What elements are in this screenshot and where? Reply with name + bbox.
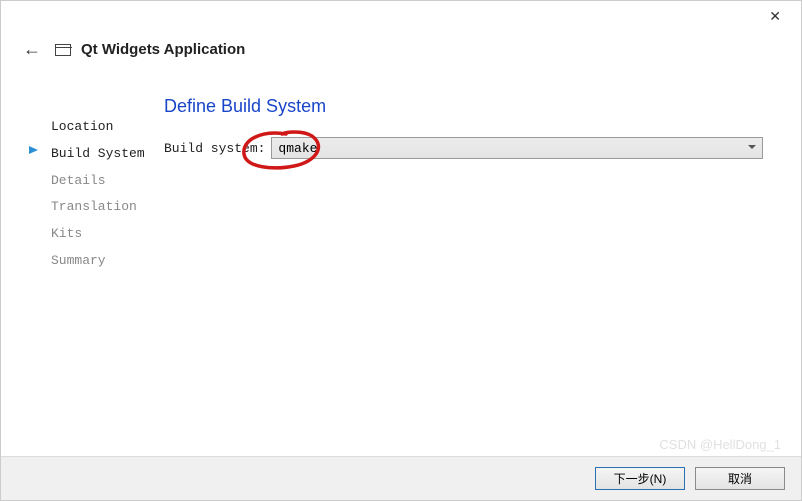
wizard-content: Location Build System Details Translatio… <box>1 76 801 275</box>
page-title: Define Build System <box>164 96 763 117</box>
build-system-label: Build system: <box>164 141 265 156</box>
build-system-select[interactable]: qmake <box>271 137 763 159</box>
sidebar-item-translation: Translation <box>29 194 164 221</box>
close-icon[interactable]: ✕ <box>761 4 789 29</box>
wizard-steps-sidebar: Location Build System Details Translatio… <box>29 96 164 275</box>
wizard-title: Qt Widgets Application <box>81 41 245 58</box>
next-button[interactable]: 下一步(N) <box>595 467 685 490</box>
wizard-footer: 下一步(N) 取消 <box>1 456 801 500</box>
chevron-down-icon <box>748 145 756 149</box>
sidebar-item-summary: Summary <box>29 248 164 275</box>
wizard-header: ← Qt Widgets Application <box>1 31 801 76</box>
titlebar: ✕ <box>1 1 801 31</box>
sidebar-item-kits: Kits <box>29 221 164 248</box>
app-window-icon <box>55 44 71 56</box>
build-system-row: Build system: qmake <box>164 137 763 159</box>
sidebar-item-details: Details <box>29 168 164 195</box>
sidebar-item-location: Location <box>29 114 164 141</box>
wizard-main-panel: Define Build System Build system: qmake <box>164 96 781 275</box>
back-arrow-icon[interactable]: ← <box>19 37 45 62</box>
watermark-text: CSDN @HellDong_1 <box>659 437 781 452</box>
sidebar-item-build-system: Build System <box>29 141 164 168</box>
cancel-button[interactable]: 取消 <box>695 467 785 490</box>
build-system-value: qmake <box>278 141 317 156</box>
